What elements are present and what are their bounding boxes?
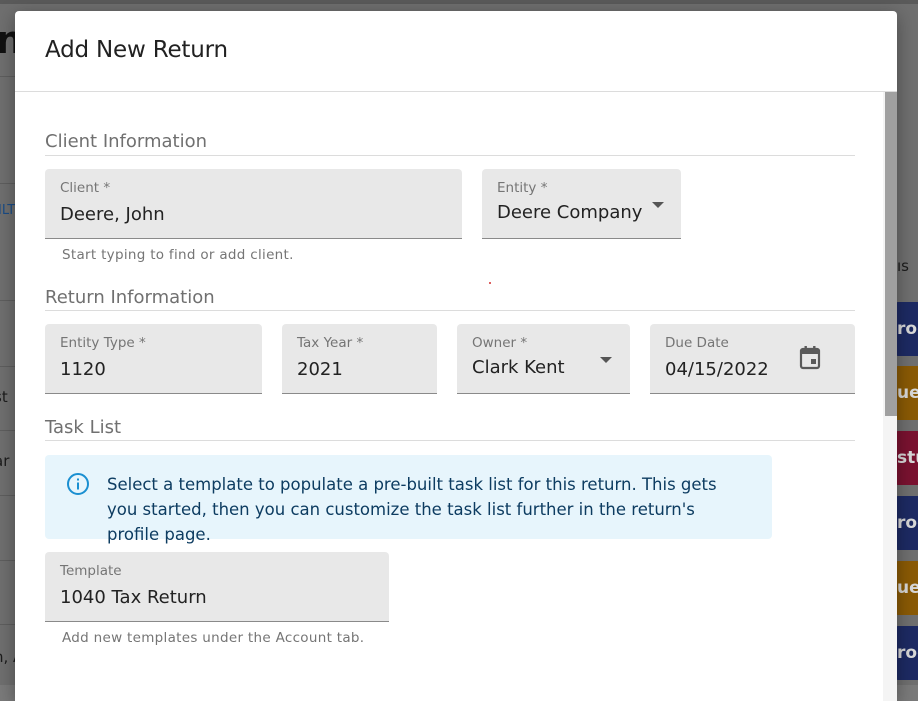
dialog-header: Add New Return [15, 11, 897, 92]
due-date-value[interactable]: 04/15/2022 [665, 359, 773, 380]
due-date-field[interactable]: Due Date 04/15/2022 [650, 324, 855, 394]
entity-select-label: Entity * [497, 180, 548, 196]
section-divider [45, 155, 855, 156]
background-status-pill: rog [895, 302, 918, 356]
template-field-label: Template [60, 563, 122, 579]
dialog-title: Add New Return [45, 37, 228, 63]
background-status-pill: ue [895, 561, 918, 615]
client-field-value[interactable]: Deere, John [60, 204, 165, 225]
client-field[interactable]: Client * Deere, John [45, 169, 462, 239]
entity-type-value[interactable]: 1120 [60, 359, 106, 380]
template-field[interactable]: Template 1040 Tax Return [45, 552, 389, 622]
entity-select-value: Deere Company [497, 202, 643, 223]
section-divider [45, 310, 855, 311]
background-divider [0, 560, 15, 561]
client-field-label: Client * [60, 180, 111, 196]
background-status-pill: rog [895, 496, 918, 550]
background-divider [0, 430, 15, 431]
add-return-dialog: Add New Return Client Information Client… [15, 11, 897, 701]
owner-select[interactable]: Owner * Clark Kent [457, 324, 630, 394]
background-column-header: ıs [897, 257, 909, 275]
tax-year-field[interactable]: Tax Year * 2021 [282, 324, 437, 394]
task-list-heading: Task List [45, 417, 122, 438]
template-helper-text: Add new templates under the Account tab. [62, 630, 365, 646]
template-info-text: Select a template to populate a pre-buil… [107, 475, 717, 544]
tax-year-value[interactable]: 2021 [297, 359, 343, 380]
section-divider [45, 440, 855, 441]
client-helper-text: Start typing to find or add client. [62, 247, 294, 263]
background-divider [0, 366, 15, 367]
background-status-pill: rog [895, 626, 918, 680]
template-info-alert: Select a template to populate a pre-buil… [45, 455, 772, 544]
due-date-label: Due Date [665, 335, 729, 351]
calendar-icon[interactable] [798, 345, 822, 371]
entity-type-field[interactable]: Entity Type * 1120 [45, 324, 262, 394]
background-row-text: st [0, 388, 8, 406]
info-icon [67, 473, 89, 495]
template-field-value[interactable]: 1040 Tax Return [60, 587, 207, 608]
background-divider [0, 76, 15, 77]
background-divider [0, 183, 15, 184]
chevron-down-icon[interactable] [652, 202, 664, 208]
entity-type-label: Entity Type * [60, 335, 146, 351]
background-status-pill: stu [895, 431, 918, 485]
client-information-heading: Client Information [45, 131, 208, 152]
entity-select[interactable]: Entity * Deere Company [482, 169, 681, 239]
background-filter-link: ILT [0, 203, 16, 218]
background-top-bar [0, 0, 918, 4]
owner-select-value: Clark Kent [472, 357, 565, 378]
dialog-scrollbar-thumb[interactable] [885, 92, 897, 416]
background-status-pill: ue [895, 366, 918, 420]
background-divider [0, 300, 15, 301]
background-divider [0, 624, 15, 625]
background-row-text: ar [0, 452, 10, 470]
stray-dot [489, 282, 491, 284]
chevron-down-icon[interactable] [600, 357, 612, 363]
tax-year-label: Tax Year * [297, 335, 364, 351]
return-information-heading: Return Information [45, 287, 215, 308]
background-divider [0, 495, 15, 496]
owner-select-label: Owner * [472, 335, 528, 351]
